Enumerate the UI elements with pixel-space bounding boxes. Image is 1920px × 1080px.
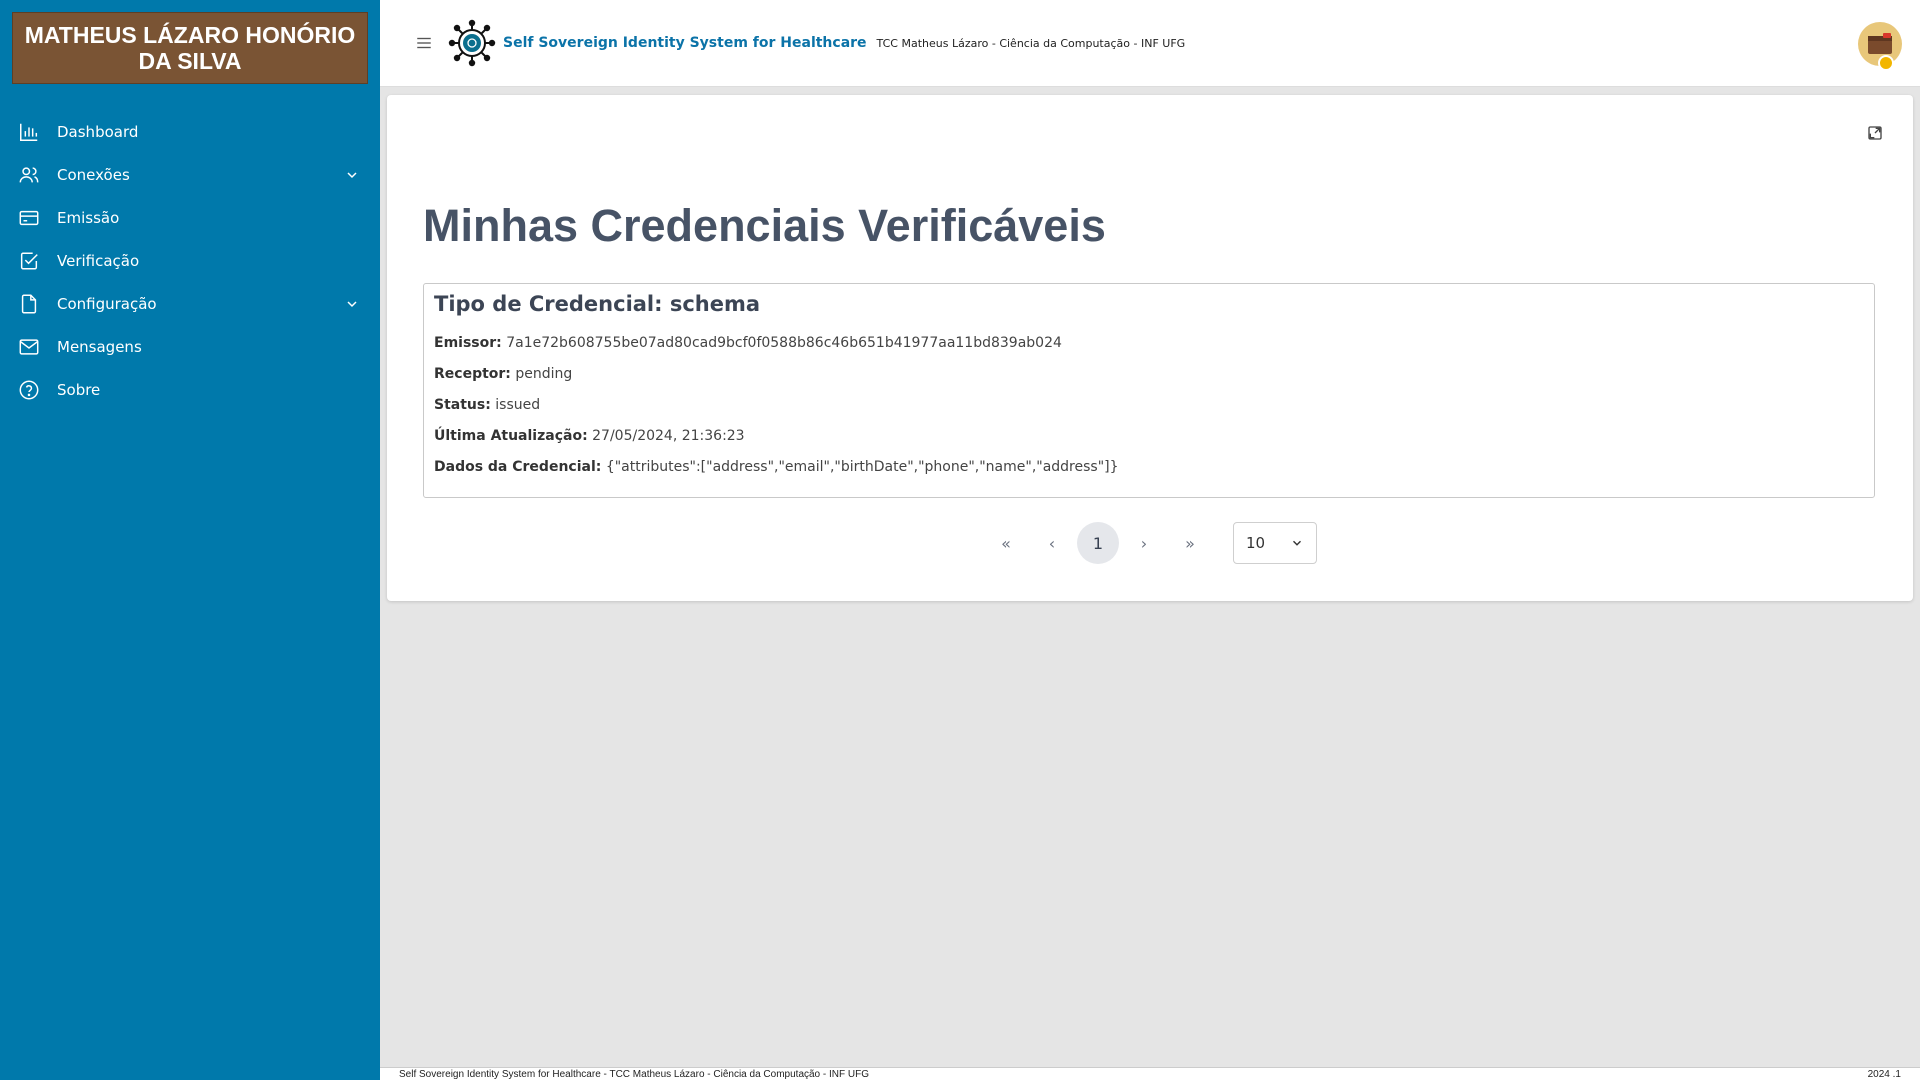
expand-icon[interactable] bbox=[1867, 125, 1883, 141]
chevron-down-icon bbox=[347, 300, 357, 307]
credential-field-updated: Última Atualização: 27/05/2024, 21:36:23 bbox=[434, 421, 1864, 452]
field-value: {"attributes":["address","email","birthD… bbox=[605, 459, 1119, 475]
footer-text: Self Sovereign Identity System for Healt… bbox=[399, 1068, 870, 1080]
sidebar-item-configuracao[interactable]: Configuração bbox=[0, 282, 380, 325]
credential-field-receptor: Receptor: pending bbox=[434, 359, 1864, 390]
hamburger-menu-icon[interactable] bbox=[415, 34, 433, 52]
wallet-icon bbox=[1868, 33, 1892, 54]
sidebar-item-label: Dashboard bbox=[57, 122, 139, 141]
sidebar-item-label: Mensagens bbox=[57, 337, 142, 356]
file-icon bbox=[21, 294, 37, 313]
first-page-button[interactable]: « bbox=[985, 522, 1027, 564]
credential-field-data: Dados da Credencial: {"attributes":["add… bbox=[434, 452, 1864, 483]
sidebar-item-emissao[interactable]: Emissão bbox=[0, 196, 380, 239]
help-circle-icon bbox=[19, 380, 39, 399]
sidebar-item-label: Emissão bbox=[57, 208, 120, 227]
avatar[interactable] bbox=[1858, 22, 1902, 71]
pagination: « ‹ 1 › » 10 bbox=[387, 522, 1913, 564]
credential-field-status: Status: issued bbox=[434, 390, 1864, 421]
chevron-down-icon bbox=[1293, 540, 1301, 546]
field-value: issued bbox=[495, 397, 541, 413]
credential-type: Tipo de Credencial: schema bbox=[434, 292, 761, 316]
field-label: Dados da Credencial: bbox=[434, 459, 602, 475]
page-title: Minhas Credenciais Verificáveis bbox=[423, 200, 1106, 251]
user-name-banner: MATHEUS LÁZARO HONÓRIO DA SILVA bbox=[12, 12, 368, 84]
sidebar-item-conexoes[interactable]: Conexões bbox=[0, 153, 380, 196]
last-page-button[interactable]: » bbox=[1169, 522, 1211, 564]
status-badge bbox=[1878, 55, 1894, 71]
sidebar-item-label: Configuração bbox=[57, 294, 157, 313]
field-value: pending bbox=[515, 366, 573, 382]
prev-page-button[interactable]: ‹ bbox=[1031, 522, 1073, 564]
sidebar-item-mensagens[interactable]: Mensagens bbox=[0, 325, 380, 368]
top-header: Self Sovereign Identity System for Healt… bbox=[380, 0, 1920, 87]
field-label: Última Atualização: bbox=[434, 428, 588, 444]
users-icon bbox=[19, 166, 39, 182]
network-logo-icon bbox=[448, 19, 496, 67]
field-label: Status: bbox=[434, 397, 491, 413]
mail-icon bbox=[19, 338, 39, 355]
app-subtitle: TCC Matheus Lázaro - Ciência da Computaç… bbox=[876, 36, 1186, 50]
sidebar: MATHEUS LÁZARO HONÓRIO DA SILVA Dashboar… bbox=[0, 0, 380, 1080]
sidebar-item-sobre[interactable]: Sobre bbox=[0, 368, 380, 411]
app-name: Self Sovereign Identity System for Healt… bbox=[503, 35, 867, 51]
field-value: 27/05/2024, 21:36:23 bbox=[592, 428, 745, 444]
field-value: 7a1e72b608755be07ad80cad9bcf0f0588b86c46… bbox=[506, 335, 1062, 351]
credential-card: Tipo de Credencial: schema Emissor: 7a1e… bbox=[423, 283, 1875, 498]
credential-field-emissor: Emissor: 7a1e72b608755be07ad80cad9bcf0f0… bbox=[434, 328, 1864, 359]
field-label: Receptor: bbox=[434, 366, 511, 382]
page-1-button[interactable]: 1 bbox=[1077, 522, 1119, 564]
sidebar-item-label: Verificação bbox=[57, 251, 140, 270]
page-size-select[interactable]: 10 bbox=[1233, 522, 1317, 564]
field-label: Emissor: bbox=[434, 335, 502, 351]
sidebar-menu: Dashboard Conexões Emissão Verificação C… bbox=[0, 110, 380, 411]
credit-card-icon bbox=[19, 210, 39, 225]
footer: Self Sovereign Identity System for Healt… bbox=[380, 1067, 1920, 1080]
sidebar-item-verificacao[interactable]: Verificação bbox=[0, 239, 380, 282]
chevron-down-icon bbox=[347, 171, 357, 178]
sidebar-item-dashboard[interactable]: Dashboard bbox=[0, 110, 380, 153]
sidebar-item-label: Conexões bbox=[57, 165, 130, 184]
bar-chart-icon bbox=[20, 123, 38, 141]
footer-version: 2024 .1 bbox=[1867, 1068, 1901, 1080]
next-page-button[interactable]: › bbox=[1123, 522, 1165, 564]
check-square-icon bbox=[20, 251, 38, 270]
sidebar-item-label: Sobre bbox=[57, 380, 101, 399]
page-size-value: 10 bbox=[1246, 534, 1266, 552]
main-panel: Minhas Credenciais Verificáveis Tipo de … bbox=[387, 95, 1913, 601]
